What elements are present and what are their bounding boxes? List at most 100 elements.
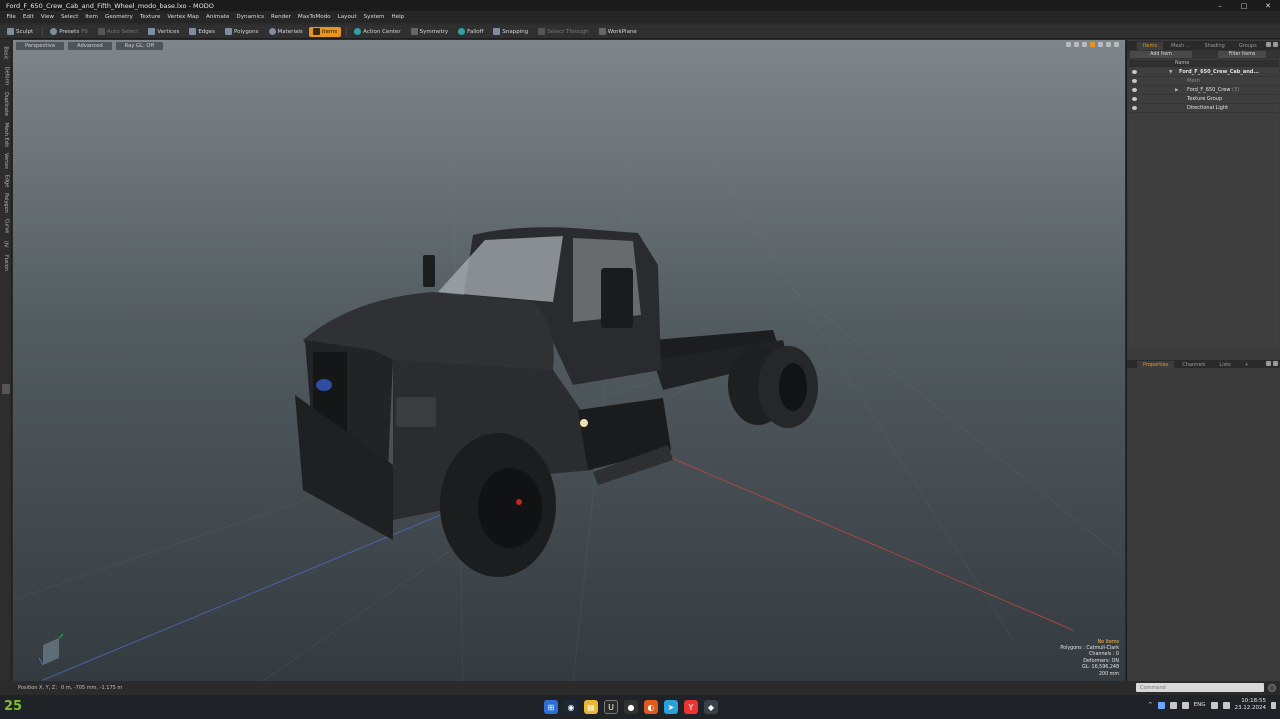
language-indicator[interactable]: ENG <box>1194 702 1206 708</box>
sculpt-button[interactable]: Sculpt <box>3 27 37 37</box>
items-button[interactable]: Items <box>308 26 342 37</box>
visibility-eye-icon[interactable] <box>1132 97 1137 101</box>
modo-icon[interactable]: ◆ <box>704 700 718 714</box>
tab-curve[interactable]: Curve <box>1 218 11 234</box>
tab-fusion[interactable]: Fusion <box>1 254 11 272</box>
expand-icon[interactable] <box>1266 361 1271 366</box>
tab-vertex[interactable]: Vertex <box>1 152 11 170</box>
tree-row[interactable]: Texture Group <box>1129 95 1279 104</box>
tab-perspective[interactable]: Perspective <box>16 41 65 50</box>
tab-ray-gl[interactable]: Ray GL: Off <box>115 41 164 50</box>
render-icon[interactable] <box>1090 42 1095 47</box>
visibility-eye-icon[interactable] <box>1132 70 1137 74</box>
steam-icon[interactable]: ◉ <box>564 700 578 714</box>
menu-dynamics[interactable]: Dynamics <box>233 14 268 20</box>
taskbar: 25 ⊞ ◉ ▤ U ● ◐ ➤ Y ◆ ^ ENG 10:18:55 23.1… <box>0 695 1280 719</box>
3d-viewport[interactable]: Perspective Advanced Ray GL: Off No Item… <box>13 40 1125 681</box>
options-icon[interactable] <box>1273 361 1278 366</box>
tab-polygon[interactable]: Polygon <box>1 192 11 214</box>
maximize-button[interactable]: □ <box>1232 0 1256 11</box>
action-center-button[interactable]: Action Center <box>350 27 405 37</box>
telegram-icon[interactable]: ➤ <box>664 700 678 714</box>
add-item-button[interactable]: Add Item <box>1130 51 1192 58</box>
command-history-icon[interactable] <box>1268 684 1276 692</box>
tab-basic[interactable]: Basic <box>1 44 11 62</box>
tab-edge[interactable]: Edge <box>1 174 11 188</box>
tab-shading[interactable]: Shading <box>1199 42 1231 50</box>
menu-item[interactable]: Item <box>82 14 102 20</box>
visibility-eye-icon[interactable] <box>1132 88 1137 92</box>
zoom-view-icon[interactable] <box>1082 42 1087 47</box>
menu-help[interactable]: Help <box>388 14 408 20</box>
menu-layout[interactable]: Layout <box>334 14 360 20</box>
tab-mesh[interactable]: Mesh ... <box>1165 42 1197 50</box>
tab-items[interactable]: Items <box>1137 41 1163 50</box>
tree-row[interactable]: Mesh <box>1129 77 1279 86</box>
menu-file[interactable]: File <box>3 14 19 20</box>
name-column-header[interactable]: Name <box>1175 61 1189 66</box>
tab-mesh-edit[interactable]: Mesh Edit <box>1 122 11 148</box>
notification-bell-icon[interactable] <box>1271 701 1276 709</box>
volume-icon[interactable] <box>1210 701 1218 709</box>
visibility-eye-icon[interactable] <box>1132 79 1137 83</box>
presets-button[interactable]: Presets F6 <box>46 27 92 37</box>
tab-uv[interactable]: UV <box>1 238 11 250</box>
polygons-button[interactable]: Polygons <box>221 27 262 37</box>
menu-vertex-map[interactable]: Vertex Map <box>164 14 203 20</box>
menu-animate[interactable]: Animate <box>202 14 232 20</box>
gear-icon[interactable] <box>1106 42 1111 47</box>
menu-system[interactable]: System <box>360 14 388 20</box>
items-toolbar: Add Item Filter Items <box>1127 50 1280 59</box>
network-icon[interactable] <box>1169 701 1177 709</box>
tab-duplicate[interactable]: Duplicate <box>1 90 11 118</box>
options-icon[interactable] <box>1273 42 1278 47</box>
falloff-button[interactable]: Falloff <box>454 27 487 37</box>
menu-select[interactable]: Select <box>58 14 82 20</box>
tab-advanced[interactable]: Advanced <box>68 41 112 50</box>
menu-edit[interactable]: Edit <box>19 14 37 20</box>
rotate-view-icon[interactable] <box>1074 42 1079 47</box>
battery-icon[interactable] <box>1222 701 1230 709</box>
start-icon[interactable]: ⊞ <box>544 700 558 714</box>
yandex-icon[interactable]: Y <box>684 700 698 714</box>
move-view-icon[interactable] <box>1066 42 1071 47</box>
menu-render[interactable]: Render <box>268 14 295 20</box>
vertices-button[interactable]: Vertices <box>144 27 183 37</box>
widgets-badge[interactable]: 25 <box>4 699 22 714</box>
folder-icon[interactable]: ▤ <box>584 700 598 714</box>
tree-row[interactable]: ▼ Ford_F_650_Crew_Cab_and... <box>1129 68 1279 77</box>
clock[interactable]: 10:18:55 23.12.2024 <box>1235 698 1267 712</box>
workplane-button[interactable]: WorkPlane <box>595 27 641 37</box>
panel-collapse-handle[interactable] <box>2 384 10 394</box>
menu-maxtomodo[interactable]: MaxToModo <box>294 14 334 20</box>
expand-arrow-icon[interactable]: ▼ <box>1169 70 1172 75</box>
visibility-eye-icon[interactable] <box>1132 106 1137 110</box>
tree-row[interactable]: Directional Light <box>1129 104 1279 113</box>
eye-icon[interactable] <box>1098 42 1103 47</box>
github-icon[interactable]: ● <box>624 700 638 714</box>
edges-button[interactable]: Edges <box>185 27 219 37</box>
expand-icon[interactable] <box>1266 42 1271 47</box>
auto-select-button[interactable]: Auto Select <box>94 27 143 37</box>
tab-groups[interactable]: Groups <box>1233 42 1263 50</box>
chevron-right-icon[interactable] <box>1114 42 1119 47</box>
menu-texture[interactable]: Texture <box>136 14 163 20</box>
minimize-button[interactable]: – <box>1208 0 1232 11</box>
menu-geometry[interactable]: Geometry <box>102 14 137 20</box>
snapping-button[interactable]: Snapping <box>489 27 532 37</box>
tree-row[interactable]: ▶ Ford_F_650_Crew (3) <box>1129 86 1279 95</box>
filter-items-button[interactable]: Filter Items <box>1218 51 1266 58</box>
materials-button[interactable]: Materials <box>265 27 307 37</box>
command-input[interactable]: Command <box>1136 683 1264 692</box>
close-button[interactable]: ✕ <box>1256 0 1280 11</box>
chevron-up-icon[interactable]: ^ <box>1148 702 1153 708</box>
unreal-icon[interactable]: U <box>604 700 618 714</box>
expand-arrow-icon[interactable]: ▶ <box>1175 88 1178 93</box>
bluetooth-icon[interactable] <box>1157 701 1165 709</box>
symmetry-button[interactable]: Symmetry <box>407 27 453 37</box>
tab-deform[interactable]: Deform <box>1 66 11 86</box>
firefox-icon[interactable]: ◐ <box>644 700 658 714</box>
menu-view[interactable]: View <box>37 14 57 20</box>
select-through-button[interactable]: Select Through <box>534 27 593 37</box>
cloud-icon[interactable] <box>1181 701 1189 709</box>
